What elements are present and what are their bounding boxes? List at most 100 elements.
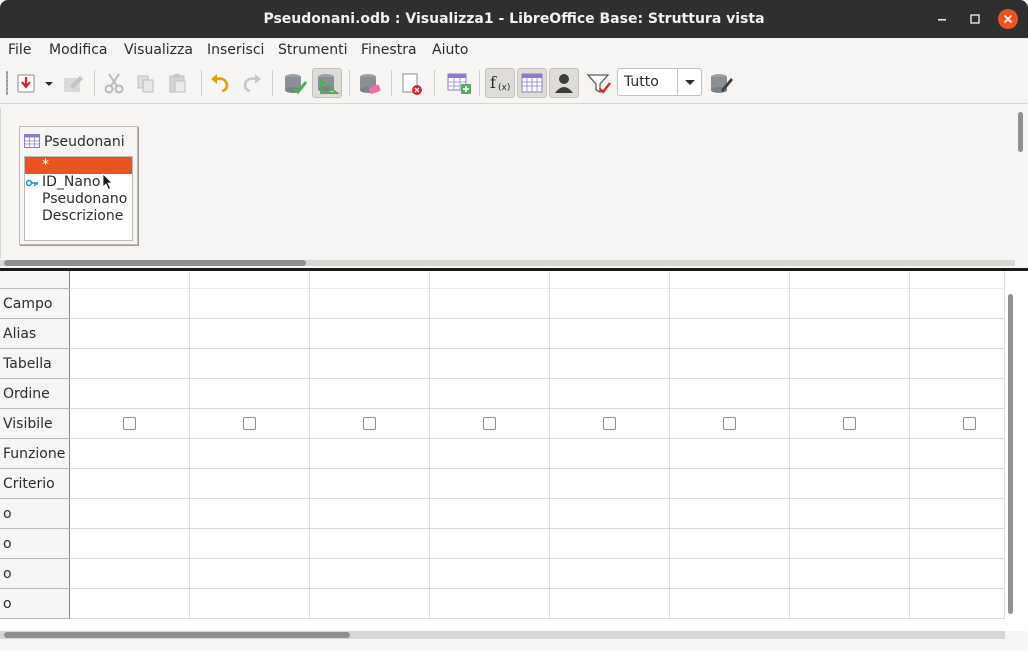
grid-cell[interactable] xyxy=(670,409,790,439)
undo-icon[interactable] xyxy=(206,68,234,98)
grid-cell[interactable] xyxy=(310,349,430,379)
grid-cell[interactable] xyxy=(910,439,1005,469)
grid-column-header[interactable] xyxy=(190,271,310,289)
menu-visualizza[interactable]: Visualizza xyxy=(124,42,193,58)
cut-icon[interactable] xyxy=(100,68,128,98)
field-item-all[interactable]: * xyxy=(25,157,132,174)
grid-cell[interactable] xyxy=(550,319,670,349)
grid-cell[interactable] xyxy=(190,379,310,409)
run-query-icon[interactable] xyxy=(280,68,310,98)
grid-cell[interactable] xyxy=(910,559,1005,589)
dropdown-arrow-icon[interactable] xyxy=(42,68,56,98)
grid-cell[interactable] xyxy=(670,589,790,619)
grid-cell[interactable] xyxy=(70,529,190,559)
grid-cell[interactable] xyxy=(790,499,910,529)
grid-vertical-scrollbar[interactable] xyxy=(1005,289,1018,619)
grid-cell[interactable] xyxy=(670,379,790,409)
grid-cell[interactable] xyxy=(430,529,550,559)
table-area-horizontal-scrollbar[interactable] xyxy=(0,258,1015,268)
grid-cell[interactable] xyxy=(310,379,430,409)
grid-cell[interactable] xyxy=(550,379,670,409)
grid-cell[interactable] xyxy=(790,319,910,349)
grid-cell[interactable] xyxy=(310,409,430,439)
edit-icon[interactable] xyxy=(60,68,86,98)
limit-dropdown-button[interactable] xyxy=(677,69,702,95)
grid-cell[interactable] xyxy=(70,499,190,529)
grid-cell[interactable] xyxy=(790,409,910,439)
grid-cell[interactable] xyxy=(190,409,310,439)
grid-cell[interactable] xyxy=(910,409,1005,439)
limit-combobox[interactable]: Tutto xyxy=(617,68,702,96)
grid-cell[interactable] xyxy=(910,589,1005,619)
grid-cell[interactable] xyxy=(190,589,310,619)
grid-cell[interactable] xyxy=(670,349,790,379)
grid-column-header[interactable] xyxy=(430,271,550,289)
grid-column-header[interactable] xyxy=(910,271,1005,289)
grid-horizontal-scrollbar[interactable] xyxy=(0,629,1005,641)
grid-cell[interactable] xyxy=(670,499,790,529)
grid-cell[interactable] xyxy=(70,409,190,439)
visible-checkbox[interactable] xyxy=(723,417,736,430)
grid-cell[interactable] xyxy=(790,559,910,589)
scrollbar-thumb[interactable] xyxy=(1018,112,1023,152)
grid-cell[interactable] xyxy=(190,529,310,559)
field-item-pseudonano[interactable]: Pseudonano xyxy=(25,191,132,208)
menu-finestra[interactable]: Finestra xyxy=(361,42,417,58)
grid-cell[interactable] xyxy=(430,469,550,499)
close-window-icon[interactable] xyxy=(998,9,1018,29)
grid-cell[interactable] xyxy=(70,319,190,349)
grid-cell[interactable] xyxy=(790,589,910,619)
copy-icon[interactable] xyxy=(132,68,160,98)
grid-cell[interactable] xyxy=(550,499,670,529)
grid-cell[interactable] xyxy=(910,499,1005,529)
visible-checkbox[interactable] xyxy=(363,417,376,430)
grid-cell[interactable] xyxy=(70,469,190,499)
grid-cell[interactable] xyxy=(190,469,310,499)
paste-icon[interactable] xyxy=(164,68,192,98)
grid-cell[interactable] xyxy=(430,319,550,349)
scrollbar-thumb[interactable] xyxy=(4,632,350,638)
minimize-icon[interactable] xyxy=(932,9,952,29)
grid-column-header[interactable] xyxy=(790,271,910,289)
grid-cell[interactable] xyxy=(70,349,190,379)
grid-cell[interactable] xyxy=(430,439,550,469)
grid-cell[interactable] xyxy=(70,379,190,409)
maximize-icon[interactable] xyxy=(965,9,985,29)
grid-cell[interactable] xyxy=(670,289,790,319)
visible-checkbox[interactable] xyxy=(123,417,136,430)
grid-cell[interactable] xyxy=(910,379,1005,409)
grid-column-header[interactable] xyxy=(310,271,430,289)
grid-cell[interactable] xyxy=(310,289,430,319)
visible-checkbox[interactable] xyxy=(843,417,856,430)
grid-cell[interactable] xyxy=(550,409,670,439)
grid-cell[interactable] xyxy=(550,529,670,559)
close-icon[interactable] xyxy=(397,68,427,98)
grid-cell[interactable] xyxy=(430,559,550,589)
visible-checkbox[interactable] xyxy=(963,417,976,430)
grid-cell[interactable] xyxy=(310,439,430,469)
scrollbar-thumb[interactable] xyxy=(4,260,306,266)
grid-cell[interactable] xyxy=(70,439,190,469)
grid-cell[interactable] xyxy=(310,469,430,499)
redo-icon[interactable] xyxy=(238,68,266,98)
distinct-icon[interactable] xyxy=(584,68,614,98)
grid-cell[interactable] xyxy=(190,499,310,529)
grid-cell[interactable] xyxy=(550,469,670,499)
grid-cell[interactable] xyxy=(430,349,550,379)
grid-cell[interactable] xyxy=(790,349,910,379)
grid-cell[interactable] xyxy=(70,559,190,589)
grid-cell[interactable] xyxy=(670,319,790,349)
alias-button[interactable] xyxy=(549,68,579,98)
grid-cell[interactable] xyxy=(310,589,430,619)
grid-column-header[interactable] xyxy=(70,271,190,289)
grid-cell[interactable] xyxy=(190,349,310,379)
menu-file[interactable]: File xyxy=(8,42,31,58)
table-name-button[interactable] xyxy=(517,68,547,98)
grid-cell[interactable] xyxy=(430,499,550,529)
grid-cell[interactable] xyxy=(910,349,1005,379)
grid-cell[interactable] xyxy=(310,499,430,529)
visible-checkbox[interactable] xyxy=(483,417,496,430)
grid-cell[interactable] xyxy=(790,439,910,469)
menu-modifica[interactable]: Modifica xyxy=(49,42,108,58)
grid-cell[interactable] xyxy=(670,469,790,499)
